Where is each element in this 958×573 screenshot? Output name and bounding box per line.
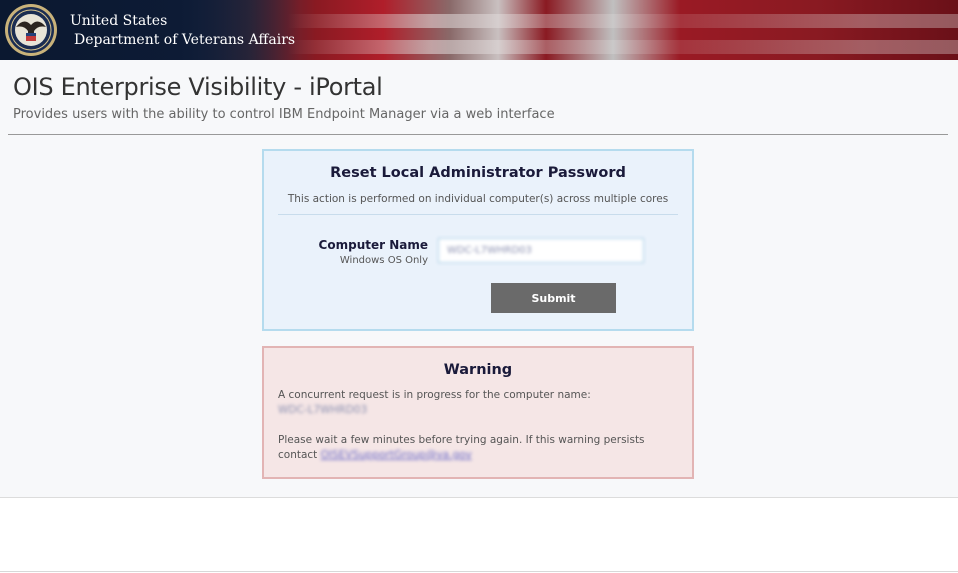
footer-divider xyxy=(0,571,958,572)
contact-prefix: contact xyxy=(278,449,318,461)
panel-divider xyxy=(278,214,678,215)
contact-email-link[interactable]: OISEVSupportGroup@va.gov xyxy=(321,449,472,461)
warning-wait-message: Please wait a few minutes before trying … xyxy=(278,434,645,446)
main-content: OIS Enterprise Visibility - iPortal Prov… xyxy=(0,60,958,498)
va-seal-icon[interactable] xyxy=(4,3,58,57)
warning-message: A concurrent request is in progress for … xyxy=(278,389,591,401)
warning-contact: contact OISEVSupportGroup@va.gov xyxy=(278,448,472,463)
computer-name-label: Computer Name xyxy=(318,238,428,252)
agency-line1: United States xyxy=(70,13,168,29)
computer-name-hint: Windows OS Only xyxy=(339,255,428,266)
page-subtitle: Provides users with the ability to contr… xyxy=(13,107,555,122)
warning-title: Warning xyxy=(443,362,513,378)
page-title: OIS Enterprise Visibility - iPortal xyxy=(13,73,383,101)
computer-name-input[interactable] xyxy=(438,238,644,263)
title-divider xyxy=(8,134,948,135)
panel-title: Reset Local Administrator Password xyxy=(330,165,626,181)
reset-password-panel: Reset Local Administrator Password This … xyxy=(262,149,694,331)
agency-line2: Department of Veterans Affairs xyxy=(74,32,296,48)
warning-panel: Warning A concurrent request is in progr… xyxy=(262,346,694,479)
header-banner: United States Department of Veterans Aff… xyxy=(0,0,958,60)
warning-computer-name: WDC-L7WHRD03 xyxy=(278,404,368,416)
submit-button[interactable]: Submit xyxy=(491,283,616,313)
agency-name: United States Department of Veterans Aff… xyxy=(70,12,295,50)
panel-description: This action is performed on individual c… xyxy=(287,193,669,205)
